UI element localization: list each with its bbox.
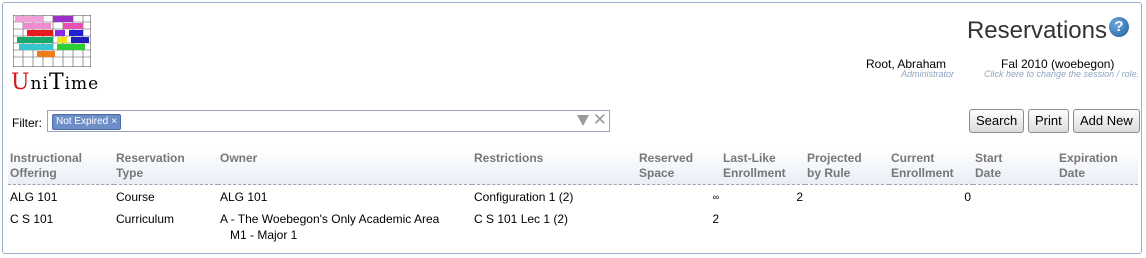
col-header-start-date[interactable]: Start Date: [973, 149, 1057, 185]
cell-type: Curriculum: [116, 212, 175, 226]
print-button[interactable]: Print: [1028, 109, 1069, 133]
filter-clear-icon[interactable]: ✕: [593, 110, 607, 130]
col-header-owner[interactable]: Owner: [218, 149, 472, 185]
cell-offering: C S 101: [10, 212, 54, 226]
cell-start-date: [973, 207, 1057, 245]
cell-restrictions: C S 101 Lec 1 (2): [474, 212, 569, 226]
chip-remove-icon[interactable]: ×: [111, 116, 117, 127]
reservations-table: Instructional Offering Reservation Type Ow…: [8, 149, 1138, 245]
col-header-restrictions[interactable]: Restrictions: [472, 149, 637, 185]
cell-reserved-space: 2: [712, 212, 719, 226]
help-icon[interactable]: ?: [1109, 17, 1129, 37]
cell-last-like: 2: [796, 190, 803, 204]
cell-last-like: [721, 207, 805, 245]
cell-owner: A - The Woebegon's Only Academic Area M1…: [218, 207, 472, 245]
col-header-current[interactable]: Current Enrollment: [889, 149, 973, 185]
filter-label: Filter:: [12, 116, 42, 130]
table-row[interactable]: ALG 101 Course ALG 101 Configuration 1 (…: [8, 185, 1138, 208]
col-header-expiration-date[interactable]: Expiration Date: [1057, 149, 1138, 185]
filter-chip-label: Not Expired: [56, 116, 109, 127]
cell-type: Course: [116, 190, 155, 204]
cell-expiration-date: [1057, 185, 1138, 208]
add-new-button[interactable]: Add New: [1073, 109, 1140, 133]
unitime-logo[interactable]: UniTime: [11, 15, 101, 95]
table-row[interactable]: C S 101 Curriculum A - The Woebegon's On…: [8, 207, 1138, 245]
user-role: Administrator: [901, 69, 955, 79]
col-header-type[interactable]: Reservation Type: [114, 149, 218, 185]
owner-area: A - The Woebegon's Only Academic Area: [220, 212, 440, 226]
filter-input[interactable]: Not Expired × ✕: [47, 110, 610, 132]
logo-wordmark: UniTime: [11, 70, 100, 95]
filter-dropdown-icon[interactable]: [577, 115, 589, 126]
cell-reserved-space: ∞: [712, 192, 719, 202]
col-header-last-like[interactable]: Last-Like Enrollment: [721, 149, 805, 185]
cell-current: [889, 207, 973, 245]
page-title: Reservations: [966, 17, 1107, 44]
cell-restrictions: Configuration 1 (2): [474, 190, 574, 204]
cell-start-date: [973, 185, 1057, 208]
col-header-reserved-space[interactable]: Reserved Space: [637, 149, 721, 185]
cell-offering: ALG 101: [10, 190, 58, 204]
owner-major: M1 - Major 1: [230, 228, 298, 242]
cell-projected: [805, 207, 889, 245]
table-header-row: Instructional Offering Reservation Type Ow…: [8, 149, 1138, 185]
session-change-hint[interactable]: Click here to change the session / role.: [984, 69, 1139, 79]
search-button[interactable]: Search: [969, 109, 1025, 133]
cell-expiration-date: [1057, 207, 1138, 245]
cell-current: 0: [964, 190, 971, 204]
filter-chip-not-expired[interactable]: Not Expired ×: [52, 114, 122, 130]
logo-grid-icon: [13, 15, 91, 67]
cell-owner: ALG 101: [220, 190, 268, 204]
col-header-projected[interactable]: Projected by Rule: [805, 149, 889, 185]
cell-projected: [805, 185, 889, 208]
col-header-offering[interactable]: Instructional Offering: [8, 149, 114, 185]
